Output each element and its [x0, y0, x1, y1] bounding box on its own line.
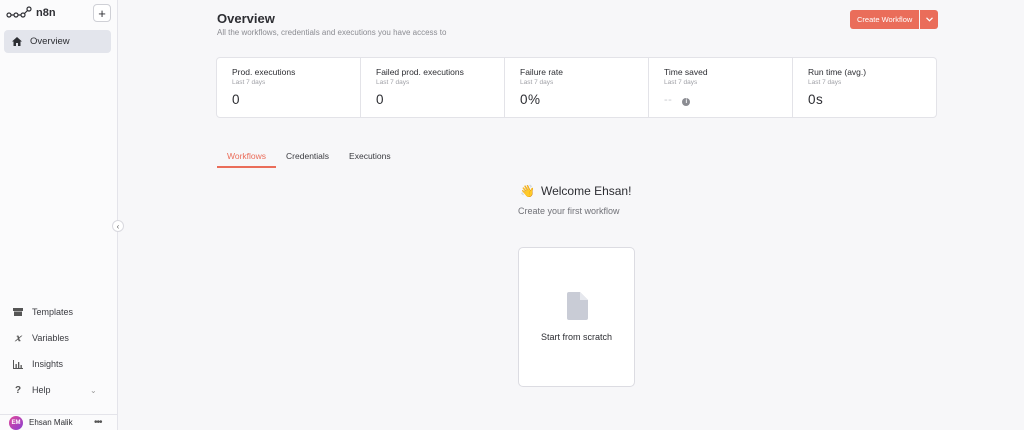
user-menu[interactable]: EM Ehsan Malik •••	[0, 414, 117, 430]
sidebar-item-help[interactable]: ? Help ⌄	[0, 380, 117, 400]
more-icon[interactable]: •••	[94, 417, 102, 428]
sidebar-item-label: Help	[32, 385, 51, 395]
sidebar-item-insights[interactable]: Insights	[0, 354, 117, 374]
stat-period: Last 7 days	[232, 79, 266, 86]
sidebar-item-label: Insights	[32, 359, 64, 369]
collapse-sidebar-button[interactable]: ‹	[112, 220, 124, 232]
logo-text: n8n	[36, 7, 56, 19]
page-title: Overview	[217, 11, 275, 26]
stat-label: Prod. executions	[232, 67, 296, 77]
create-workflow-group: Create Workflow	[850, 10, 939, 29]
card-label: Start from scratch	[540, 332, 612, 342]
tab-workflows[interactable]: Workflows	[217, 151, 277, 168]
stat-period: Last 7 days	[808, 79, 842, 86]
sidebar-item-templates[interactable]: Templates	[0, 302, 117, 322]
stat-failure-rate: Failure rate Last 7 days 0%	[505, 58, 649, 117]
sidebar-item-label: Overview	[30, 36, 70, 47]
stat-label: Run time (avg.)	[808, 67, 867, 77]
stat-label: Failure rate	[520, 67, 563, 77]
avatar: EM	[9, 415, 23, 430]
question-icon: ?	[14, 384, 22, 396]
stat-value: 0	[376, 92, 385, 107]
box-icon	[12, 308, 24, 316]
user-name: Ehsan Malik	[29, 418, 73, 427]
chevron-down-icon[interactable]: ⌄	[90, 386, 97, 395]
stat-value: 0%	[520, 92, 541, 107]
create-workflow-button[interactable]: Create Workflow	[850, 10, 920, 29]
variable-icon: 𝑥	[15, 332, 21, 344]
sidebar-item-label: Templates	[32, 307, 74, 317]
wave-icon: 👋	[520, 184, 535, 198]
stat-run-time: Run time (avg.) Last 7 days 0s	[793, 58, 936, 117]
create-dropdown-button[interactable]	[920, 10, 939, 29]
file-icon	[567, 292, 588, 320]
stats-panel: Prod. executions Last 7 days 0 Failed pr…	[216, 57, 937, 118]
tabs: Workflows Credentials Executions	[217, 151, 401, 168]
tab-credentials[interactable]: Credentials	[276, 151, 339, 168]
sidebar: n8n + Overview Templates 𝑥 Variables Ins…	[0, 0, 118, 430]
stat-value: 0	[232, 92, 241, 107]
page-subtitle: All the workflows, credentials and execu…	[217, 28, 447, 37]
info-icon[interactable]: i	[682, 97, 691, 106]
stat-time-saved: Time saved Last 7 days -- i	[649, 58, 793, 117]
sidebar-item-overview[interactable]: Overview	[4, 30, 111, 53]
chevron-down-icon	[925, 17, 933, 22]
logo[interactable]: n8n	[6, 5, 56, 21]
sidebar-item-label: Variables	[32, 333, 69, 343]
start-from-scratch-card[interactable]: Start from scratch	[518, 247, 635, 387]
welcome-text: Welcome Ehsan!	[540, 184, 632, 198]
tab-executions[interactable]: Executions	[339, 151, 401, 168]
stat-failed-executions: Failed prod. executions Last 7 days 0	[361, 58, 505, 117]
welcome-heading: 👋 Welcome Ehsan!	[520, 184, 631, 198]
n8n-logo-icon	[6, 6, 32, 18]
add-button[interactable]: +	[93, 4, 111, 22]
stat-label: Failed prod. executions	[376, 67, 464, 77]
stat-period: Last 7 days	[376, 79, 410, 86]
stat-label: Time saved	[664, 67, 708, 77]
chart-icon	[12, 359, 24, 369]
home-icon	[12, 37, 24, 46]
stat-value: 0s	[808, 92, 824, 107]
stat-value: --	[664, 94, 673, 106]
welcome-subtitle: Create your first workflow	[518, 206, 620, 216]
stat-prod-executions: Prod. executions Last 7 days 0	[217, 58, 361, 117]
stat-period: Last 7 days	[520, 79, 554, 86]
sidebar-item-variables[interactable]: 𝑥 Variables	[0, 328, 117, 348]
stat-period: Last 7 days	[664, 79, 698, 86]
